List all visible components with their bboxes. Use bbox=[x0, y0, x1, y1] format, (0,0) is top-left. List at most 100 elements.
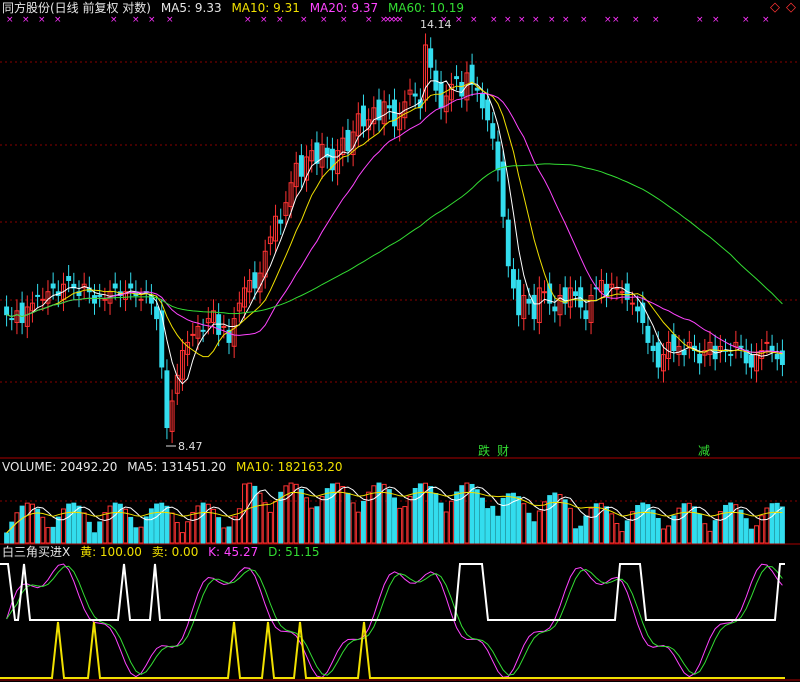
volume-bar bbox=[717, 511, 723, 544]
volume-bar bbox=[273, 501, 279, 544]
volume-bar bbox=[143, 516, 149, 544]
signal-marker: × bbox=[110, 15, 118, 25]
volume-bar bbox=[138, 526, 144, 544]
stock-chart[interactable]: × × × × × × × × × × × × × × × ××××× × × × × × × × × × × × × × × × × × × 1… bbox=[0, 0, 800, 682]
volume-bar bbox=[361, 500, 366, 544]
volume-bar bbox=[19, 505, 25, 544]
candle-body bbox=[728, 353, 734, 356]
volume-bar bbox=[154, 503, 160, 544]
signal-marker: × bbox=[652, 15, 660, 25]
volume-bar bbox=[407, 495, 413, 544]
candle-body bbox=[769, 345, 775, 352]
volume-bar bbox=[521, 503, 527, 544]
volume-bar bbox=[490, 505, 496, 544]
volume-bar bbox=[640, 502, 646, 544]
candle-body bbox=[459, 81, 465, 97]
signal-marker: × bbox=[54, 15, 62, 25]
volume-bar bbox=[371, 485, 377, 544]
volume-bar bbox=[76, 505, 82, 544]
candle-body bbox=[619, 291, 625, 294]
volume-bar bbox=[71, 502, 77, 544]
volume-bar bbox=[216, 517, 222, 544]
signal-marker: × bbox=[762, 15, 770, 25]
volume-bar bbox=[438, 502, 444, 544]
volume-bar bbox=[686, 502, 692, 544]
volume-bar bbox=[707, 530, 713, 544]
volume-bar bbox=[102, 512, 108, 544]
volume-bar bbox=[650, 509, 656, 544]
volume-bar bbox=[412, 487, 418, 544]
candle-body bbox=[583, 310, 589, 320]
candle-body bbox=[542, 291, 547, 294]
volume-bar bbox=[474, 489, 480, 544]
candle-body bbox=[66, 276, 72, 281]
volume-bar bbox=[381, 483, 387, 544]
volume-bar bbox=[340, 486, 346, 544]
volume-bar bbox=[81, 512, 87, 544]
candle-body bbox=[19, 302, 25, 324]
signal-marker: × bbox=[396, 15, 404, 25]
volume-bar bbox=[743, 518, 749, 544]
candle-body bbox=[500, 161, 506, 217]
candle-body bbox=[154, 306, 160, 320]
volume-bar bbox=[298, 488, 304, 544]
volume-bar bbox=[635, 505, 641, 544]
signal-marker: × bbox=[504, 15, 512, 25]
volume-bar bbox=[14, 512, 20, 544]
candle-body bbox=[221, 325, 227, 328]
volume-bar bbox=[428, 486, 434, 544]
signal-label-3: 减 bbox=[698, 444, 710, 458]
signal-marker: × bbox=[260, 15, 268, 25]
volume-bar bbox=[712, 520, 718, 544]
candle-body bbox=[485, 99, 491, 121]
volume-bar bbox=[702, 523, 708, 544]
candle-body bbox=[164, 370, 170, 429]
signal-marker: × bbox=[6, 15, 14, 25]
volume-bar bbox=[133, 527, 139, 544]
candle-body bbox=[252, 272, 258, 289]
candle-body bbox=[438, 81, 444, 109]
volume-bar bbox=[319, 496, 325, 544]
high-price-label: 14.14 bbox=[420, 18, 452, 31]
volume-bar bbox=[86, 521, 92, 544]
volume-bar bbox=[92, 532, 97, 544]
volume-bar bbox=[123, 508, 129, 544]
volume-bar bbox=[179, 532, 185, 544]
volume-bar bbox=[195, 505, 201, 544]
signal-marker: × bbox=[742, 15, 750, 25]
volume-bar bbox=[200, 502, 206, 544]
signal-marker: × bbox=[604, 15, 612, 25]
volume-bar bbox=[479, 497, 485, 544]
volume-bar bbox=[350, 502, 356, 544]
signal-marker: × bbox=[22, 15, 30, 25]
volume-bar bbox=[24, 502, 30, 544]
volume-bars bbox=[4, 482, 785, 544]
volume-bar bbox=[573, 528, 578, 544]
volume-bar bbox=[552, 492, 558, 544]
signal-marker: × bbox=[632, 15, 640, 25]
signal-marker: × bbox=[470, 15, 478, 25]
volume-bar bbox=[324, 488, 330, 544]
candle-body bbox=[573, 291, 578, 297]
volume-bar bbox=[588, 507, 594, 544]
volume-bar bbox=[169, 512, 175, 544]
signal-marker: × bbox=[548, 15, 556, 25]
candle-body bbox=[190, 333, 196, 336]
volume-bar bbox=[159, 502, 165, 544]
candle-body bbox=[200, 329, 206, 332]
volume-bar bbox=[728, 502, 734, 544]
volume-bar bbox=[107, 505, 113, 544]
candle-body bbox=[102, 298, 108, 301]
signal-marker: × bbox=[320, 15, 328, 25]
buy-signal-line bbox=[0, 563, 785, 621]
volume-bar bbox=[536, 510, 542, 544]
volume-bar bbox=[397, 507, 403, 544]
volume-bar bbox=[345, 492, 351, 544]
candle-body bbox=[298, 155, 304, 177]
signal-marker: × bbox=[490, 15, 498, 25]
candle-body bbox=[697, 353, 703, 364]
candle-body bbox=[138, 298, 144, 301]
volume-bar bbox=[247, 482, 253, 544]
candle-body bbox=[50, 283, 56, 289]
candle-body bbox=[774, 353, 780, 360]
